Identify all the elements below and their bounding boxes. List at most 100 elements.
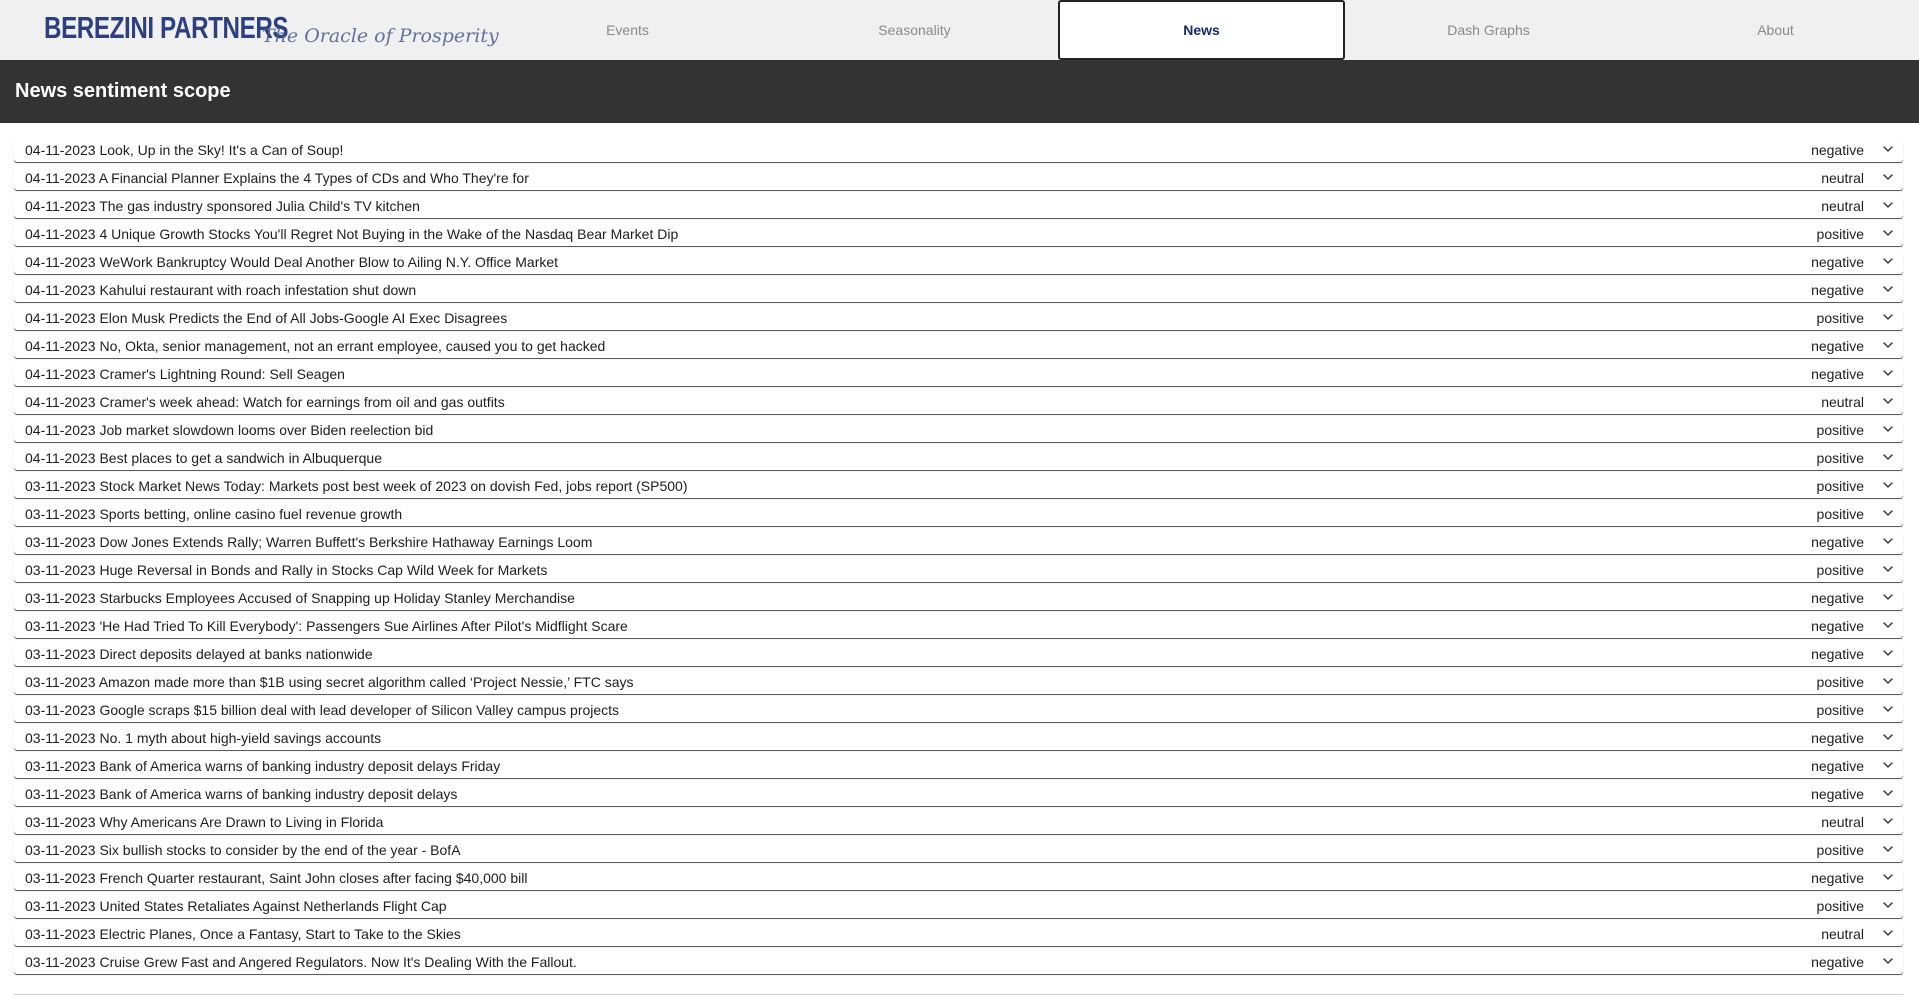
sentiment-label: negative xyxy=(1811,534,1864,550)
news-item[interactable]: 03-11-2023 Direct deposits delayed at ba… xyxy=(14,642,1903,666)
news-headline: 04-11-2023 Best places to get a sandwich… xyxy=(25,450,382,466)
news-item[interactable]: 04-11-2023 4 Unique Growth Stocks You'll… xyxy=(14,222,1903,246)
chevron-down-icon[interactable] xyxy=(1881,282,1895,296)
news-headline: 03-11-2023 Stock Market News Today: Mark… xyxy=(25,478,688,494)
chevron-down-icon[interactable] xyxy=(1881,814,1895,828)
news-item[interactable]: 04-11-2023 Look, Up in the Sky! It's a C… xyxy=(14,138,1903,162)
sentiment-label: positive xyxy=(1816,506,1864,522)
news-list: 04-11-2023 Look, Up in the Sky! It's a C… xyxy=(14,138,1903,978)
news-headline: 04-11-2023 A Financial Planner Explains … xyxy=(25,170,529,186)
sentiment-label: neutral xyxy=(1821,394,1864,410)
news-headline: 03-11-2023 Bank of America warns of bank… xyxy=(25,758,501,774)
chevron-down-icon[interactable] xyxy=(1881,422,1895,436)
sentiment-label: negative xyxy=(1811,870,1864,886)
news-item[interactable]: 03-11-2023 No. 1 myth about high-yield s… xyxy=(14,726,1903,750)
news-item[interactable]: 04-11-2023 WeWork Bankruptcy Would Deal … xyxy=(14,250,1903,274)
sentiment-label: negative xyxy=(1811,618,1864,634)
sentiment-label: negative xyxy=(1811,254,1864,270)
chevron-down-icon[interactable] xyxy=(1881,618,1895,632)
news-item[interactable]: 04-11-2023 Elon Musk Predicts the End of… xyxy=(14,306,1903,330)
chevron-down-icon[interactable] xyxy=(1881,366,1895,380)
news-headline: 03-11-2023 Huge Reversal in Bonds and Ra… xyxy=(25,562,548,578)
news-item[interactable]: 04-11-2023 Job market slowdown looms ove… xyxy=(14,418,1903,442)
news-item[interactable]: 04-11-2023 Kahului restaurant with roach… xyxy=(14,278,1903,302)
chevron-down-icon[interactable] xyxy=(1881,842,1895,856)
brand-logo[interactable]: BEREZINI PARTNERS The Oracle of Prosperi… xyxy=(44,8,499,58)
chevron-down-icon[interactable] xyxy=(1881,646,1895,660)
chevron-down-icon[interactable] xyxy=(1881,758,1895,772)
sentiment-label: positive xyxy=(1816,226,1864,242)
sentiment-label: positive xyxy=(1816,842,1864,858)
chevron-down-icon[interactable] xyxy=(1881,730,1895,744)
news-item[interactable]: 03-11-2023 Why Americans Are Drawn to Li… xyxy=(14,810,1903,834)
chevron-down-icon[interactable] xyxy=(1881,226,1895,240)
news-item[interactable]: 03-11-2023 United States Retaliates Agai… xyxy=(14,894,1903,918)
news-item[interactable]: 03-11-2023 Amazon made more than $1B usi… xyxy=(14,670,1903,694)
tab-about[interactable]: About xyxy=(1632,0,1919,60)
chevron-down-icon[interactable] xyxy=(1881,394,1895,408)
chevron-down-icon[interactable] xyxy=(1881,170,1895,184)
news-item[interactable]: 03-11-2023 French Quarter restaurant, Sa… xyxy=(14,866,1903,890)
chevron-down-icon[interactable] xyxy=(1881,954,1895,968)
news-headline: 03-11-2023 Sports betting, online casino… xyxy=(25,506,403,522)
news-item[interactable]: 04-11-2023 The gas industry sponsored Ju… xyxy=(14,194,1903,218)
news-item[interactable]: 03-11-2023 Bank of America warns of bank… xyxy=(14,782,1903,806)
news-headline: 03-11-2023 Google scraps $15 billion dea… xyxy=(25,702,620,718)
news-item[interactable]: 03-11-2023 Six bullish stocks to conside… xyxy=(14,838,1903,862)
news-item[interactable]: 04-11-2023 No, Okta, senior management, … xyxy=(14,334,1903,358)
chevron-down-icon[interactable] xyxy=(1881,142,1895,156)
news-headline: 04-11-2023 Kahului restaurant with roach… xyxy=(25,282,417,298)
news-item[interactable]: 03-11-2023 Google scraps $15 billion dea… xyxy=(14,698,1903,722)
chevron-down-icon[interactable] xyxy=(1881,562,1895,576)
news-item[interactable]: 03-11-2023 Sports betting, online casino… xyxy=(14,502,1903,526)
chevron-down-icon[interactable] xyxy=(1881,786,1895,800)
news-headline: 03-11-2023 No. 1 myth about high-yield s… xyxy=(25,730,382,746)
news-item[interactable]: 03-11-2023 Dow Jones Extends Rally; Warr… xyxy=(14,530,1903,554)
chevron-down-icon[interactable] xyxy=(1881,506,1895,520)
chevron-down-icon[interactable] xyxy=(1881,450,1895,464)
news-item[interactable]: 03-11-2023 'He Had Tried To Kill Everybo… xyxy=(14,614,1903,638)
news-headline: 04-11-2023 Job market slowdown looms ove… xyxy=(25,422,434,438)
tab-events[interactable]: Events xyxy=(484,0,771,60)
news-headline: 03-11-2023 Six bullish stocks to conside… xyxy=(25,842,461,858)
sentiment-label: negative xyxy=(1811,366,1864,382)
chevron-down-icon[interactable] xyxy=(1881,702,1895,716)
chevron-down-icon[interactable] xyxy=(1881,674,1895,688)
news-item[interactable]: 03-11-2023 Stock Market News Today: Mark… xyxy=(14,474,1903,498)
sentiment-label: negative xyxy=(1811,338,1864,354)
news-item[interactable]: 03-11-2023 Cruise Grew Fast and Angered … xyxy=(14,950,1903,974)
news-item[interactable]: 04-11-2023 Cramer's week ahead: Watch fo… xyxy=(14,390,1903,414)
news-headline: 03-11-2023 Bank of America warns of bank… xyxy=(25,786,458,802)
nav-tabs: Events Seasonality News Dash Graphs Abou… xyxy=(484,0,1919,60)
news-headline: 03-11-2023 Amazon made more than $1B usi… xyxy=(25,674,634,690)
chevron-down-icon[interactable] xyxy=(1881,198,1895,212)
brand-name: BEREZINI PARTNERS xyxy=(44,10,289,45)
news-headline: 03-11-2023 Cruise Grew Fast and Angered … xyxy=(25,954,577,970)
news-item[interactable]: 04-11-2023 Best places to get a sandwich… xyxy=(14,446,1903,470)
news-headline: 04-11-2023 Elon Musk Predicts the End of… xyxy=(25,310,508,326)
news-item[interactable]: 03-11-2023 Starbucks Employees Accused o… xyxy=(14,586,1903,610)
news-item[interactable]: 04-11-2023 A Financial Planner Explains … xyxy=(14,166,1903,190)
news-item[interactable]: 03-11-2023 Bank of America warns of bank… xyxy=(14,754,1903,778)
sentiment-label: positive xyxy=(1816,674,1864,690)
chevron-down-icon[interactable] xyxy=(1881,898,1895,912)
news-headline: 03-11-2023 Starbucks Employees Accused o… xyxy=(25,590,575,606)
chevron-down-icon[interactable] xyxy=(1881,310,1895,324)
tab-dash-graphs[interactable]: Dash Graphs xyxy=(1345,0,1632,60)
sentiment-label: neutral xyxy=(1821,814,1864,830)
tab-seasonality[interactable]: Seasonality xyxy=(771,0,1058,60)
tab-news[interactable]: News xyxy=(1058,0,1345,60)
chevron-down-icon[interactable] xyxy=(1881,534,1895,548)
news-headline: 04-11-2023 No, Okta, senior management, … xyxy=(25,338,606,354)
chevron-down-icon[interactable] xyxy=(1881,478,1895,492)
chevron-down-icon[interactable] xyxy=(1881,870,1895,884)
sentiment-label: positive xyxy=(1816,422,1864,438)
chevron-down-icon[interactable] xyxy=(1881,590,1895,604)
news-item[interactable]: 03-11-2023 Huge Reversal in Bonds and Ra… xyxy=(14,558,1903,582)
news-item[interactable]: 04-11-2023 Cramer's Lightning Round: Sel… xyxy=(14,362,1903,386)
chevron-down-icon[interactable] xyxy=(1881,338,1895,352)
chevron-down-icon[interactable] xyxy=(1881,926,1895,940)
news-headline: 04-11-2023 Look, Up in the Sky! It's a C… xyxy=(25,142,344,158)
chevron-down-icon[interactable] xyxy=(1881,254,1895,268)
news-item[interactable]: 03-11-2023 Electric Planes, Once a Fanta… xyxy=(14,922,1903,946)
